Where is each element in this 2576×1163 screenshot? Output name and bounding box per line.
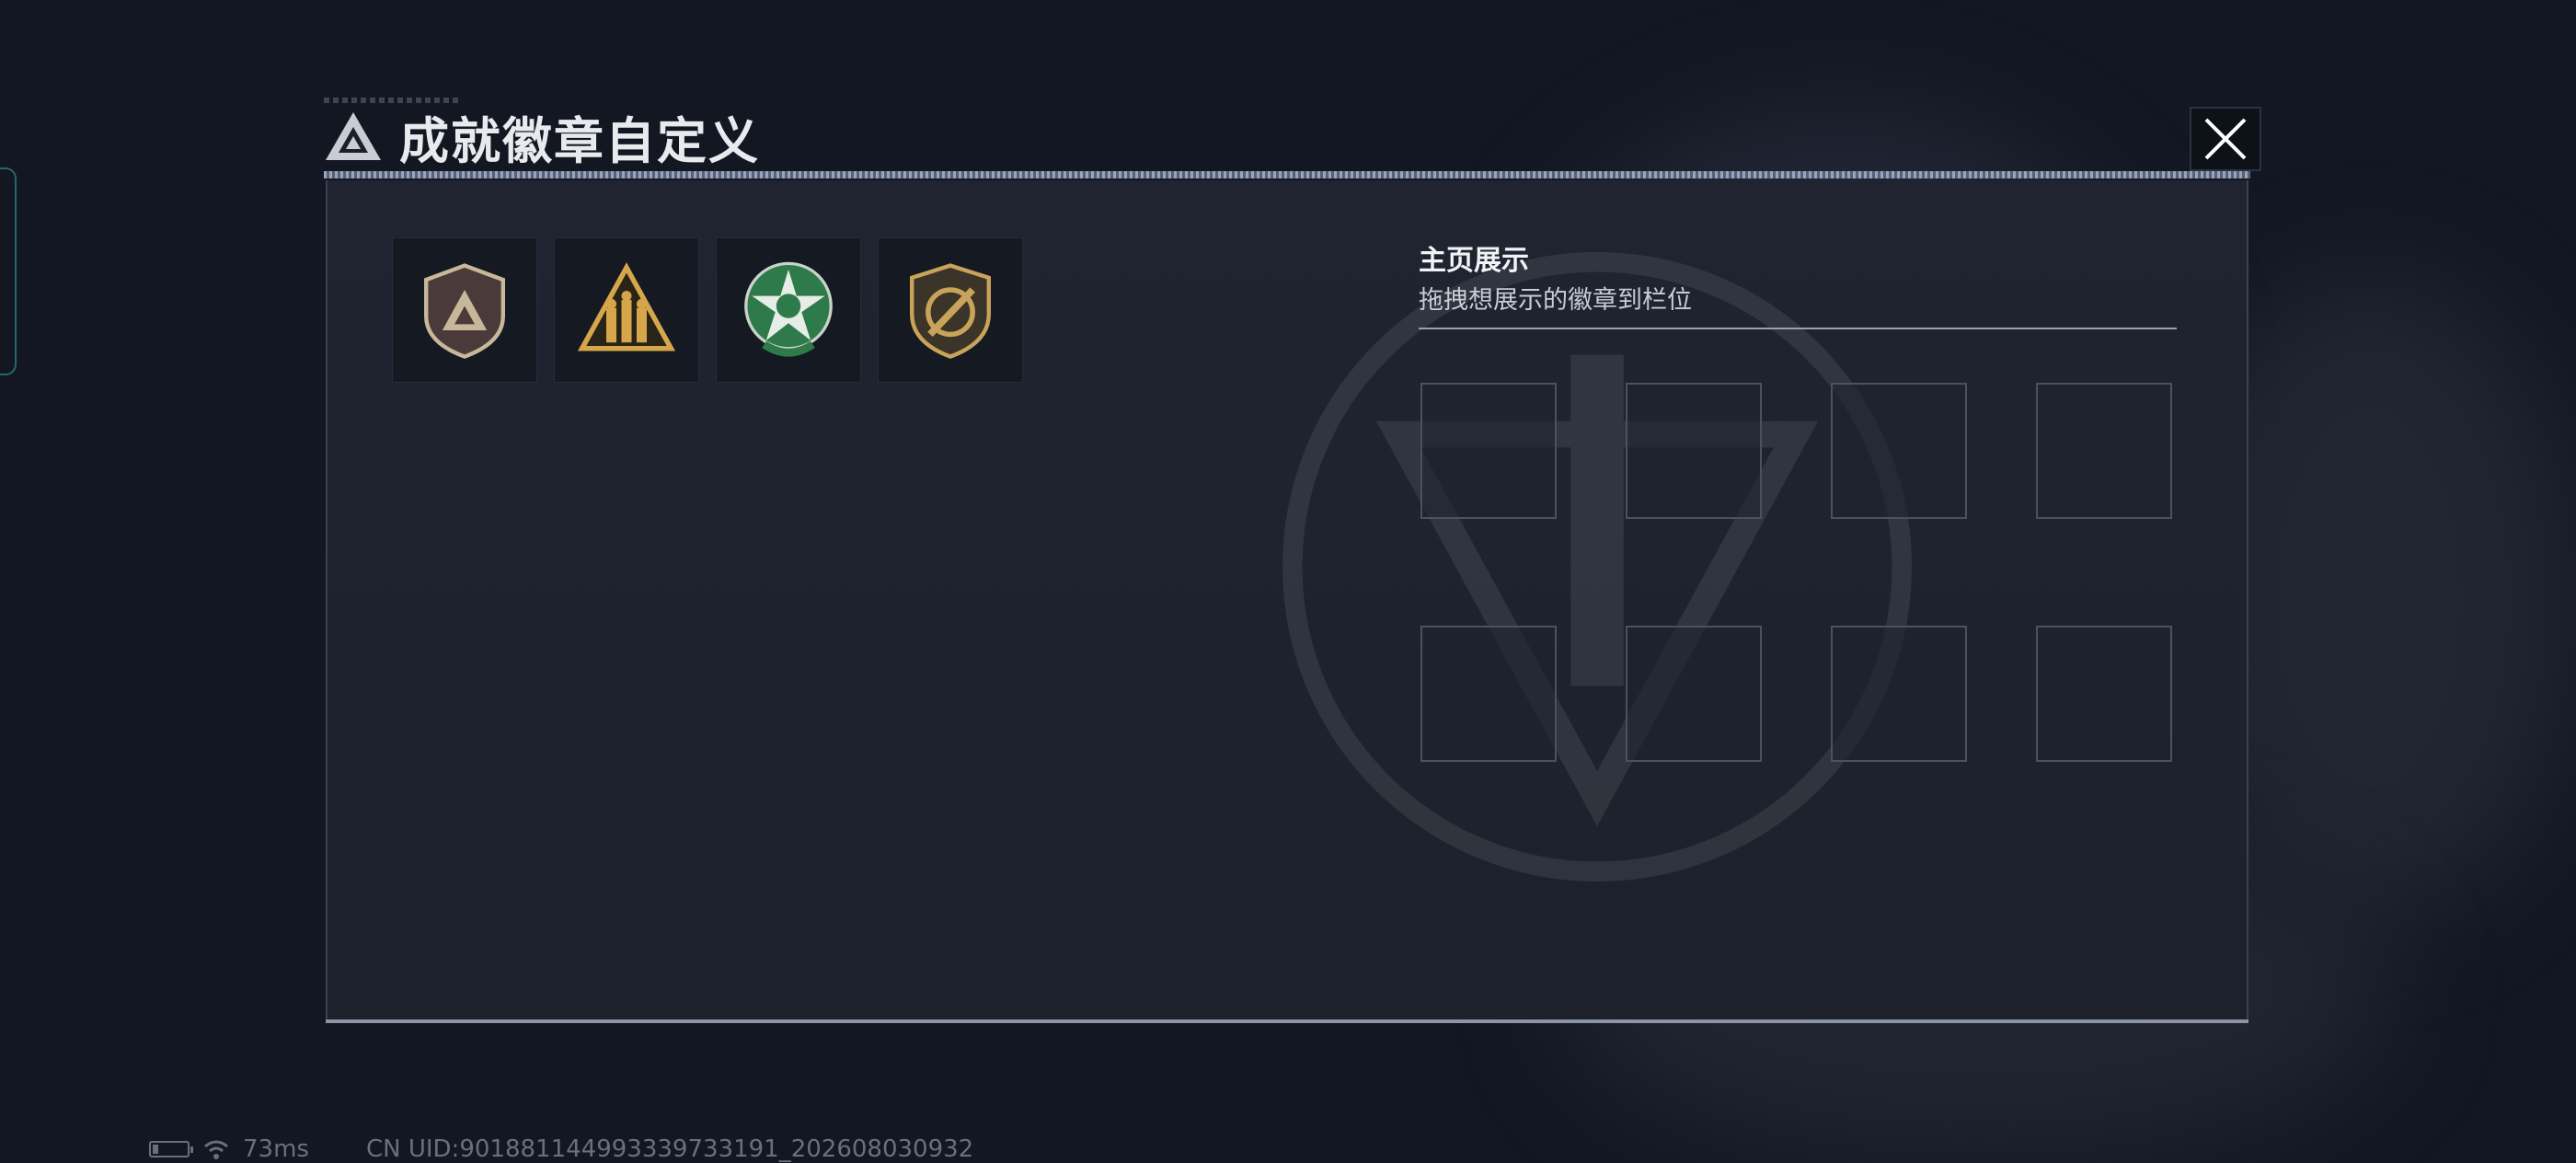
shield-knife-badge-icon (910, 263, 991, 359)
status-footer: 73ms CN UID:901881144993339733191_202608… (149, 1135, 973, 1163)
showcase-title: 主页展示 (1419, 245, 1529, 277)
badge-item[interactable] (554, 237, 699, 383)
showcase-slot[interactable] (2036, 626, 2172, 762)
dialog-header: 成就徽章自定义 (324, 99, 760, 173)
green-star-badge-icon (744, 261, 833, 357)
badge-customize-panel: 主页展示 拖拽想展示的徽章到栏位 (326, 180, 2248, 1023)
showcase-slot[interactable] (1626, 626, 1762, 762)
triangle-logo-icon (326, 112, 381, 160)
badge-item[interactable] (392, 237, 537, 383)
showcase-slot[interactable] (1831, 383, 1967, 519)
showcase-slot[interactable] (1420, 383, 1557, 519)
shield-triangle-badge-icon (424, 263, 505, 359)
badge-item[interactable] (878, 237, 1023, 383)
showcase-slot[interactable] (1626, 383, 1762, 519)
showcase-slot[interactable] (2036, 383, 2172, 519)
owned-badges-list (392, 237, 1023, 383)
ping-value: 73ms (243, 1135, 309, 1163)
divider (1419, 328, 2177, 329)
showcase-slot[interactable] (1831, 626, 1967, 762)
battery-icon (149, 1141, 193, 1157)
soldiers-triangle-badge-icon (577, 262, 676, 351)
showcase-instruction: 拖拽想展示的徽章到栏位 (1419, 286, 1692, 315)
user-uid: CN UID:901881144993339733191_20260803093… (365, 1135, 974, 1163)
dialog-title: 成就徽章自定义 (399, 111, 760, 170)
panel-bottom-border (326, 1019, 2248, 1023)
close-button[interactable] (2190, 107, 2261, 171)
side-tab-edge[interactable] (0, 167, 17, 375)
emblem-watermark (1282, 252, 1912, 881)
badge-item[interactable] (716, 237, 861, 383)
dialog-top-bar (324, 171, 2250, 178)
close-x-icon (2204, 118, 2247, 160)
showcase-slot[interactable] (1420, 626, 1557, 762)
wifi-icon (204, 1140, 228, 1159)
